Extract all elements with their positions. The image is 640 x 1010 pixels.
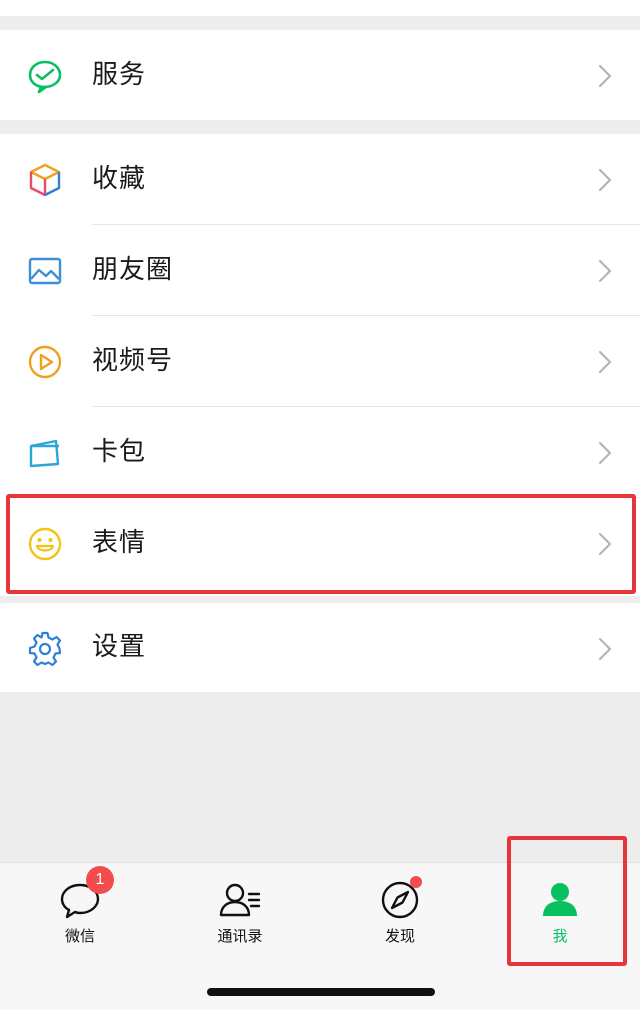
menu-label-channels: 视频号	[92, 346, 174, 376]
chevron-right-icon	[598, 259, 612, 283]
favorites-cube-icon	[26, 161, 64, 199]
chevron-right-icon	[598, 168, 612, 192]
menu-label-stickers: 表情	[92, 528, 147, 558]
menu-item-service[interactable]: 服务	[0, 30, 640, 120]
home-indicator[interactable]	[207, 988, 435, 996]
menu-label-settings: 设置	[92, 632, 147, 662]
tab-label: 我	[552, 927, 568, 945]
chevron-right-icon	[598, 637, 612, 661]
chevron-right-icon	[598, 532, 612, 556]
menu-label-card-wallet: 卡包	[92, 437, 147, 467]
menu-item-stickers[interactable]: 表情	[0, 498, 640, 589]
menu-item-channels[interactable]: 视频号	[0, 316, 640, 407]
unread-badge: 1	[86, 866, 114, 894]
menu-item-moments[interactable]: 朋友圈	[0, 225, 640, 316]
menu-label-moments: 朋友圈	[92, 255, 174, 285]
chevron-right-icon	[598, 441, 612, 465]
me-person-icon	[538, 878, 582, 922]
menu-label-favorites: 收藏	[92, 164, 147, 194]
tab-discover[interactable]: 发现	[320, 863, 480, 963]
settings-group: 设置	[0, 603, 640, 692]
tab-contacts[interactable]: 通讯录	[160, 863, 320, 963]
menu-label-service: 服务	[92, 60, 147, 90]
top-partial-section	[0, 0, 640, 16]
service-group: 服务	[0, 30, 640, 120]
settings-gear-icon	[26, 629, 64, 667]
tab-label: 发现	[384, 927, 415, 945]
chevron-right-icon	[598, 64, 612, 88]
tab-label: 微信	[64, 927, 95, 945]
menu-item-card-wallet[interactable]: 卡包	[0, 407, 640, 498]
chevron-right-icon	[598, 350, 612, 374]
sticker-smile-icon	[26, 525, 64, 563]
menu-item-settings[interactable]: 设置	[0, 603, 640, 692]
moments-picture-icon	[26, 252, 64, 290]
menu-item-favorites[interactable]: 收藏	[0, 134, 640, 225]
tab-me[interactable]: 我	[480, 863, 640, 963]
service-icon	[26, 57, 64, 95]
main-menu-group: 收藏 朋友圈 视频号 卡包 表情	[0, 134, 640, 596]
card-wallet-icon	[26, 434, 64, 472]
contacts-icon	[218, 878, 262, 922]
discover-new-dot	[410, 876, 422, 888]
tab-label: 通讯录	[217, 927, 263, 945]
channels-play-icon	[26, 343, 64, 381]
tab-chats[interactable]: 1 微信	[0, 863, 160, 963]
